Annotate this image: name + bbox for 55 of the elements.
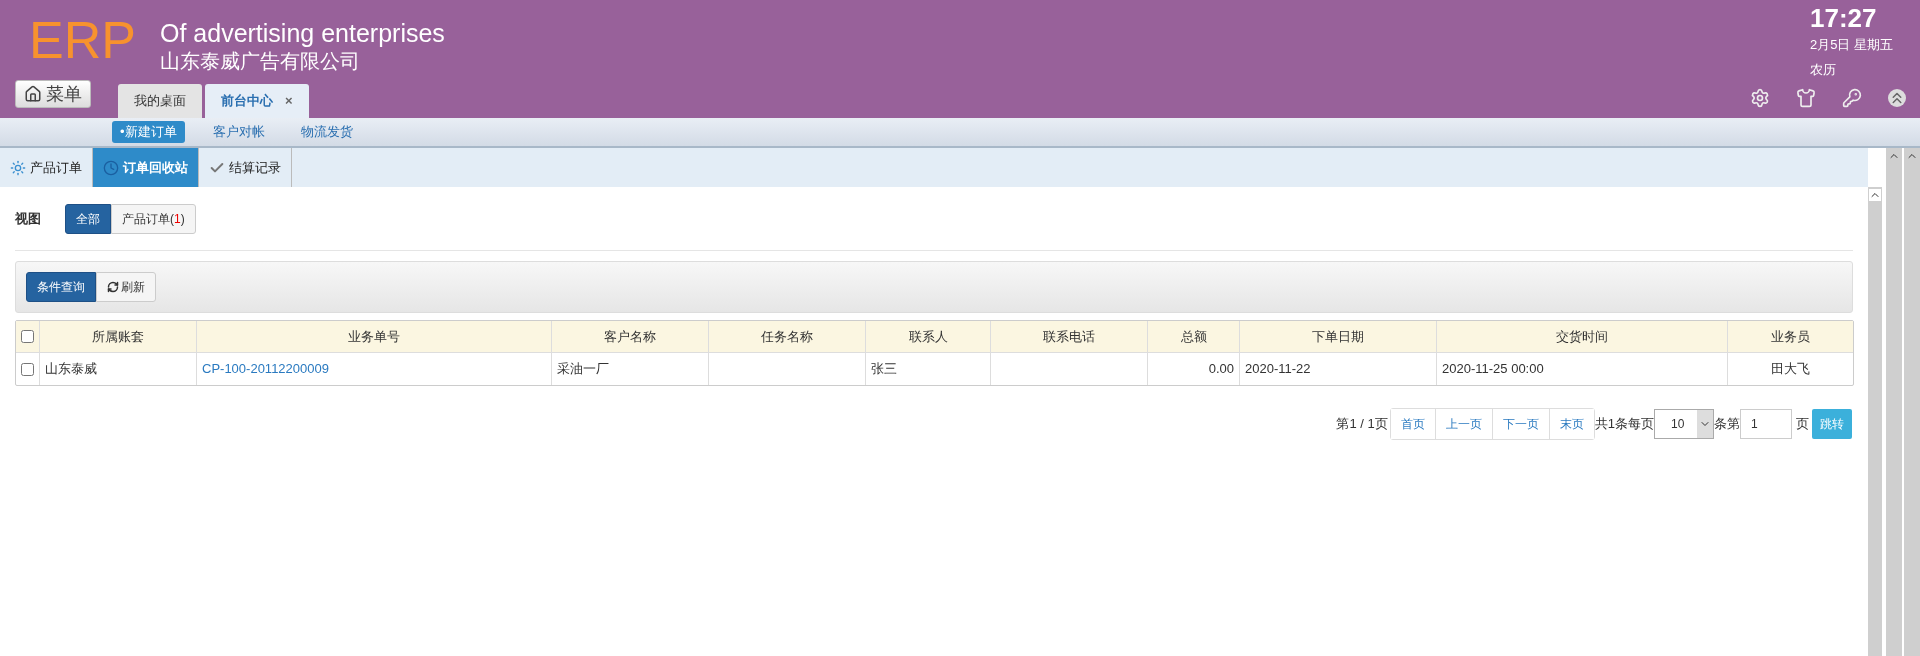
- table-cell-text: 张三: [871, 360, 897, 379]
- close-button[interactable]: ×: [285, 91, 293, 111]
- home-icon: [24, 85, 42, 103]
- column-header: 所属账套: [40, 321, 197, 352]
- order-link[interactable]: CP-100-20112200009: [202, 359, 329, 379]
- module-tab[interactable]: 订单回收站: [93, 148, 199, 187]
- sub-nav-item[interactable]: 客户对帐: [204, 121, 273, 143]
- module-tab[interactable]: 结算记录: [199, 148, 292, 187]
- top-tab[interactable]: 前台中心 ×: [205, 84, 309, 118]
- page-size-select[interactable]: 10: [1654, 409, 1714, 439]
- scroll-up-icon[interactable]: [1869, 189, 1881, 201]
- page-input[interactable]: 1: [1740, 409, 1792, 439]
- sun-icon: [10, 159, 26, 176]
- table-cell-text: 山东泰威: [45, 360, 97, 379]
- table-cell-text: 田大飞: [1771, 360, 1810, 379]
- total-text: 共1条每页: [1594, 415, 1654, 434]
- top-tab[interactable]: 我的桌面: [118, 84, 202, 118]
- column-header: 任务名称: [709, 321, 866, 352]
- column-header: 联系电话: [991, 321, 1148, 352]
- column-header: 交货时间: [1437, 321, 1728, 352]
- view-label: 视图: [15, 209, 42, 228]
- app-title: Of advertising enterprises: [160, 18, 446, 49]
- view-option[interactable]: 全部: [65, 203, 111, 234]
- table-cell-text: 0.00: [1208, 360, 1234, 379]
- sub-nav-item[interactable]: •新建订单: [112, 121, 185, 143]
- view-option[interactable]: 产品订单(1): [111, 203, 196, 234]
- company-name: 山东泰威广告有限公司: [160, 49, 361, 75]
- page-info: 第1 / 1页: [1336, 415, 1388, 434]
- column-header: 业务单号: [197, 321, 552, 352]
- clock-time: 17:27: [1810, 2, 1877, 35]
- column-header: 客户名称: [552, 321, 709, 352]
- per-text: 条第: [1714, 415, 1740, 434]
- query-button[interactable]: 条件查询: [26, 272, 96, 302]
- table-cell-text: 2020-11-25 00:00: [1442, 360, 1544, 379]
- column-header: 联系人: [866, 321, 991, 352]
- sub-nav-item[interactable]: 物流发货: [292, 121, 361, 143]
- column-header: 总额: [1148, 321, 1240, 352]
- page-suffix: 页: [1796, 415, 1809, 434]
- key-icon[interactable]: [1842, 88, 1862, 108]
- logo: ERP: [29, 14, 136, 66]
- table-cell-text: 2020-11-22: [1245, 360, 1311, 379]
- settings-icon[interactable]: [1750, 88, 1770, 108]
- select-all-checkbox[interactable]: [21, 330, 34, 343]
- menu-button[interactable]: 菜单: [15, 80, 91, 108]
- page-button[interactable]: 首页: [1390, 409, 1436, 439]
- date-text: 2月5日 星期五: [1810, 35, 1894, 54]
- column-header: 业务员: [1770, 327, 1811, 346]
- table-cell-text: 采油一厂: [557, 360, 609, 379]
- shirt-icon[interactable]: [1796, 88, 1816, 108]
- clock-icon: [103, 159, 119, 176]
- lunar-text: 农历: [1810, 61, 1836, 79]
- refresh-icon: [107, 281, 119, 293]
- column-header: 下单日期: [1240, 321, 1437, 352]
- row-checkbox[interactable]: [21, 362, 34, 376]
- refresh-button[interactable]: 刷新: [96, 272, 156, 302]
